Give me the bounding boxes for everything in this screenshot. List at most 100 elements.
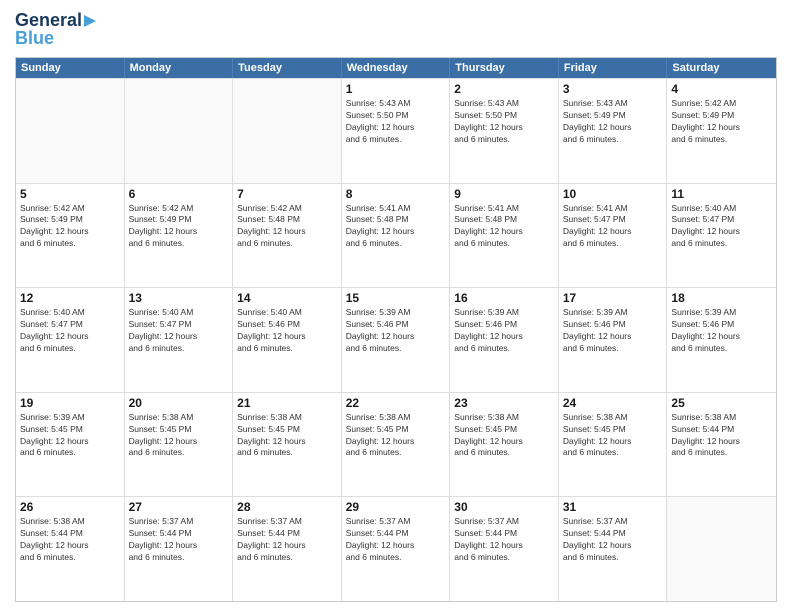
day-number: 6 — [129, 187, 229, 201]
day-info: Sunrise: 5:38 AM Sunset: 5:45 PM Dayligh… — [454, 412, 554, 460]
day-info: Sunrise: 5:39 AM Sunset: 5:45 PM Dayligh… — [20, 412, 120, 460]
day-number: 15 — [346, 291, 446, 305]
day-number: 3 — [563, 82, 663, 96]
cal-cell-empty-4-6 — [667, 497, 776, 601]
day-info: Sunrise: 5:38 AM Sunset: 5:44 PM Dayligh… — [20, 516, 120, 564]
logo: General Blue — [15, 10, 102, 49]
cal-cell-16: 16 Sunrise: 5:39 AM Sunset: 5:46 PM Dayli… — [450, 288, 559, 392]
day-header-wednesday: Wednesday — [342, 58, 451, 78]
cal-cell-empty-0-1 — [125, 79, 234, 183]
day-info: Sunrise: 5:42 AM Sunset: 5:49 PM Dayligh… — [671, 98, 772, 146]
day-info: Sunrise: 5:43 AM Sunset: 5:50 PM Dayligh… — [346, 98, 446, 146]
day-number: 4 — [671, 82, 772, 96]
logo-blue: Blue — [15, 28, 54, 49]
cal-cell-5: 5Sunrise: 5:42 AM Sunset: 5:49 PM Daylig… — [16, 184, 125, 288]
cal-cell-25: 25Sunrise: 5:38 AM Sunset: 5:44 PM Dayli… — [667, 393, 776, 497]
day-number: 13 — [129, 291, 229, 305]
cal-cell-22: 22Sunrise: 5:38 AM Sunset: 5:45 PM Dayli… — [342, 393, 451, 497]
day-info: Sunrise: 5:39 AM Sunset: 5:46 PM Dayligh… — [671, 307, 772, 355]
day-number: 9 — [454, 187, 554, 201]
day-number: 17 — [563, 291, 663, 305]
cal-cell-27: 27 Sunrise: 5:37 AM Sunset: 5:44 PM Dayli… — [125, 497, 234, 601]
day-number: 5 — [20, 187, 120, 201]
cal-cell-6: 6 Sunrise: 5:42 AM Sunset: 5:49 PM Daylig… — [125, 184, 234, 288]
logo-arrow-icon — [84, 13, 102, 29]
cal-cell-8: 8Sunrise: 5:41 AM Sunset: 5:48 PM Daylig… — [342, 184, 451, 288]
day-info: Sunrise: 5:38 AM Sunset: 5:45 PM Dayligh… — [237, 412, 337, 460]
cal-cell-23: 23 Sunrise: 5:38 AM Sunset: 5:45 PM Dayli… — [450, 393, 559, 497]
day-header-saturday: Saturday — [667, 58, 776, 78]
day-number: 18 — [671, 291, 772, 305]
cal-cell-20: 20 Sunrise: 5:38 AM Sunset: 5:45 PM Dayli… — [125, 393, 234, 497]
day-info: Sunrise: 5:37 AM Sunset: 5:44 PM Dayligh… — [454, 516, 554, 564]
cal-cell-1: 1 Sunrise: 5:43 AM Sunset: 5:50 PM Daylig… — [342, 79, 451, 183]
cal-cell-14: 14 Sunrise: 5:40 AM Sunset: 5:46 PM Dayli… — [233, 288, 342, 392]
day-info: Sunrise: 5:40 AM Sunset: 5:46 PM Dayligh… — [237, 307, 337, 355]
day-info: Sunrise: 5:37 AM Sunset: 5:44 PM Dayligh… — [563, 516, 663, 564]
day-number: 2 — [454, 82, 554, 96]
page: General Blue SundayMondayTuesdayWednesda… — [0, 0, 792, 612]
day-info: Sunrise: 5:38 AM Sunset: 5:45 PM Dayligh… — [129, 412, 229, 460]
day-info: Sunrise: 5:42 AM Sunset: 5:48 PM Dayligh… — [237, 203, 337, 251]
day-number: 24 — [563, 396, 663, 410]
day-header-friday: Friday — [559, 58, 668, 78]
calendar-row-5: 26 Sunrise: 5:38 AM Sunset: 5:44 PM Dayli… — [16, 496, 776, 601]
day-info: Sunrise: 5:43 AM Sunset: 5:49 PM Dayligh… — [563, 98, 663, 146]
cal-cell-18: 18 Sunrise: 5:39 AM Sunset: 5:46 PM Dayli… — [667, 288, 776, 392]
cal-cell-10: 10 Sunrise: 5:41 AM Sunset: 5:47 PM Dayli… — [559, 184, 668, 288]
cal-cell-3: 3 Sunrise: 5:43 AM Sunset: 5:49 PM Daylig… — [559, 79, 668, 183]
day-number: 1 — [346, 82, 446, 96]
cal-cell-12: 12 Sunrise: 5:40 AM Sunset: 5:47 PM Dayli… — [16, 288, 125, 392]
day-number: 21 — [237, 396, 337, 410]
cal-cell-7: 7Sunrise: 5:42 AM Sunset: 5:48 PM Daylig… — [233, 184, 342, 288]
day-number: 11 — [671, 187, 772, 201]
cal-cell-24: 24 Sunrise: 5:38 AM Sunset: 5:45 PM Dayli… — [559, 393, 668, 497]
day-number: 31 — [563, 500, 663, 514]
day-info: Sunrise: 5:37 AM Sunset: 5:44 PM Dayligh… — [237, 516, 337, 564]
day-number: 26 — [20, 500, 120, 514]
cal-cell-19: 19Sunrise: 5:39 AM Sunset: 5:45 PM Dayli… — [16, 393, 125, 497]
day-info: Sunrise: 5:37 AM Sunset: 5:44 PM Dayligh… — [129, 516, 229, 564]
calendar-row-4: 19Sunrise: 5:39 AM Sunset: 5:45 PM Dayli… — [16, 392, 776, 497]
day-number: 29 — [346, 500, 446, 514]
cal-cell-30: 30 Sunrise: 5:37 AM Sunset: 5:44 PM Dayli… — [450, 497, 559, 601]
day-number: 27 — [129, 500, 229, 514]
cal-cell-empty-0-2 — [233, 79, 342, 183]
cal-cell-29: 29 Sunrise: 5:37 AM Sunset: 5:44 PM Dayli… — [342, 497, 451, 601]
cal-cell-empty-0-0 — [16, 79, 125, 183]
calendar-header: SundayMondayTuesdayWednesdayThursdayFrid… — [16, 58, 776, 78]
day-info: Sunrise: 5:41 AM Sunset: 5:47 PM Dayligh… — [563, 203, 663, 251]
day-info: Sunrise: 5:39 AM Sunset: 5:46 PM Dayligh… — [563, 307, 663, 355]
day-number: 20 — [129, 396, 229, 410]
day-info: Sunrise: 5:37 AM Sunset: 5:44 PM Dayligh… — [346, 516, 446, 564]
day-number: 16 — [454, 291, 554, 305]
day-number: 14 — [237, 291, 337, 305]
calendar: SundayMondayTuesdayWednesdayThursdayFrid… — [15, 57, 777, 602]
day-number: 30 — [454, 500, 554, 514]
day-number: 12 — [20, 291, 120, 305]
day-number: 10 — [563, 187, 663, 201]
cal-cell-17: 17 Sunrise: 5:39 AM Sunset: 5:46 PM Dayli… — [559, 288, 668, 392]
day-number: 23 — [454, 396, 554, 410]
cal-cell-31: 31 Sunrise: 5:37 AM Sunset: 5:44 PM Dayli… — [559, 497, 668, 601]
calendar-row-2: 5 Sunrise: 5:42 AM Sunset: 5:49 PM Daylig… — [16, 183, 776, 288]
header: General Blue — [15, 10, 777, 49]
day-info: Sunrise: 5:40 AM Sunset: 5:47 PM Dayligh… — [129, 307, 229, 355]
cal-cell-15: 15 Sunrise: 5:39 AM Sunset: 5:46 PM Dayli… — [342, 288, 451, 392]
day-info: Sunrise: 5:39 AM Sunset: 5:46 PM Dayligh… — [346, 307, 446, 355]
cal-cell-9: 9Sunrise: 5:41 AM Sunset: 5:48 PM Daylig… — [450, 184, 559, 288]
calendar-row-3: 12 Sunrise: 5:40 AM Sunset: 5:47 PM Dayli… — [16, 287, 776, 392]
day-header-sunday: Sunday — [16, 58, 125, 78]
calendar-body: 1 Sunrise: 5:43 AM Sunset: 5:50 PM Daylig… — [16, 78, 776, 601]
day-info: Sunrise: 5:38 AM Sunset: 5:45 PM Dayligh… — [563, 412, 663, 460]
day-info: Sunrise: 5:42 AM Sunset: 5:49 PM Dayligh… — [129, 203, 229, 251]
day-info: Sunrise: 5:39 AM Sunset: 5:46 PM Dayligh… — [454, 307, 554, 355]
cal-cell-21: 21 Sunrise: 5:38 AM Sunset: 5:45 PM Dayli… — [233, 393, 342, 497]
cal-cell-28: 28Sunrise: 5:37 AM Sunset: 5:44 PM Dayli… — [233, 497, 342, 601]
day-info: Sunrise: 5:43 AM Sunset: 5:50 PM Dayligh… — [454, 98, 554, 146]
day-info: Sunrise: 5:40 AM Sunset: 5:47 PM Dayligh… — [20, 307, 120, 355]
day-info: Sunrise: 5:38 AM Sunset: 5:44 PM Dayligh… — [671, 412, 772, 460]
day-header-monday: Monday — [125, 58, 234, 78]
cal-cell-13: 13 Sunrise: 5:40 AM Sunset: 5:47 PM Dayli… — [125, 288, 234, 392]
day-info: Sunrise: 5:41 AM Sunset: 5:48 PM Dayligh… — [346, 203, 446, 251]
